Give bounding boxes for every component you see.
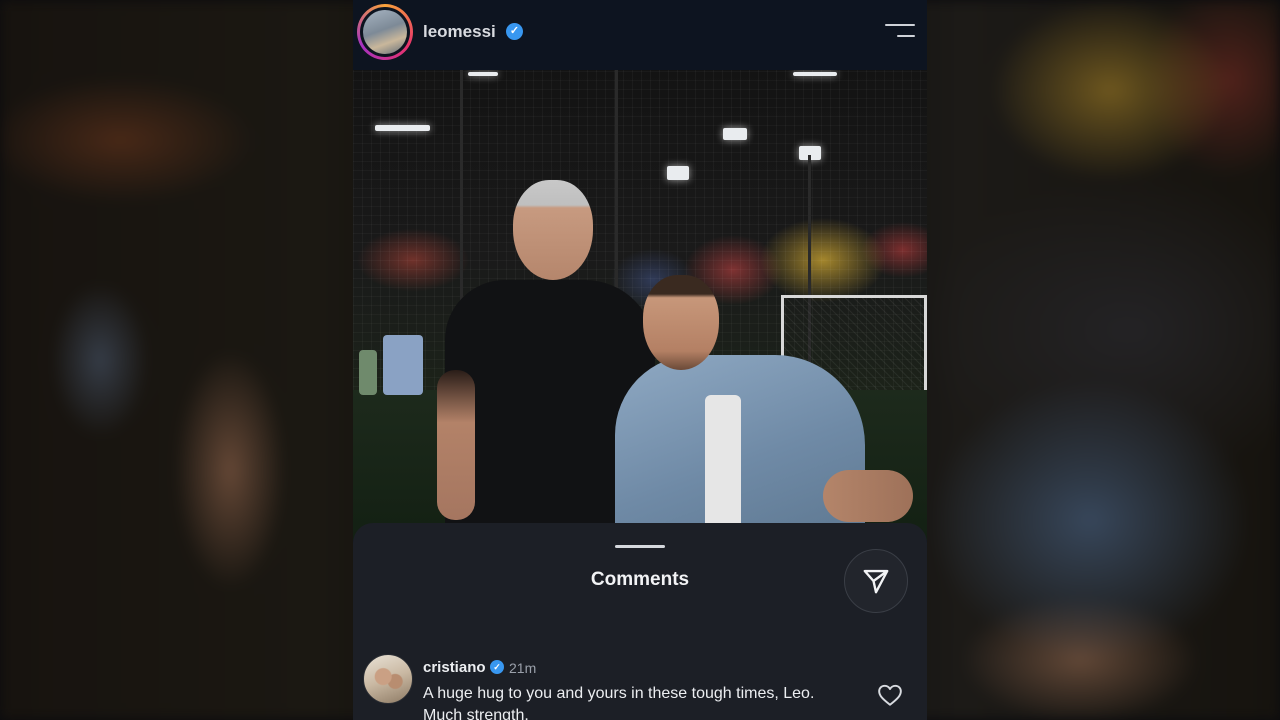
ceiling-light: [723, 128, 747, 140]
instagram-post-view: leomessi ✓ Comments cristiano ✓ 21m A hu…: [353, 0, 927, 720]
net-pole: [615, 70, 618, 300]
post-username[interactable]: leomessi: [423, 22, 496, 42]
ceiling-light: [667, 166, 689, 180]
verified-badge-icon: ✓: [490, 660, 504, 674]
background-player: [383, 335, 423, 395]
heart-icon[interactable]: [877, 683, 903, 707]
man-knee: [823, 470, 913, 522]
comment-text: A huge hug to you and yours in these tou…: [423, 685, 815, 720]
comment-timestamp: 21m: [509, 660, 537, 676]
share-button[interactable]: [844, 549, 908, 613]
comments-title: Comments: [590, 569, 690, 590]
send-icon: [863, 569, 889, 594]
comments-sheet: Comments cristiano ✓ 21m A huge hug to y…: [353, 523, 927, 720]
ceiling-light: [793, 72, 837, 76]
man-head: [513, 180, 593, 280]
hamburger-menu-icon[interactable]: [885, 24, 915, 42]
post-photo[interactable]: [353, 70, 927, 540]
profile-avatar[interactable]: [357, 4, 413, 60]
man-arm: [437, 370, 475, 520]
sheet-drag-handle[interactable]: [615, 545, 665, 548]
avatar-image: [363, 10, 407, 54]
man-head: [643, 275, 719, 370]
post-header: leomessi ✓: [353, 0, 927, 70]
white-tshirt: [705, 395, 741, 540]
comment-username[interactable]: cristiano: [423, 659, 486, 676]
background-player: [359, 350, 377, 395]
net-pole: [460, 70, 463, 310]
ceiling-light: [375, 125, 430, 131]
comment-avatar[interactable]: [363, 654, 413, 704]
ceiling-light: [468, 72, 498, 76]
verified-badge-icon: ✓: [506, 23, 523, 40]
